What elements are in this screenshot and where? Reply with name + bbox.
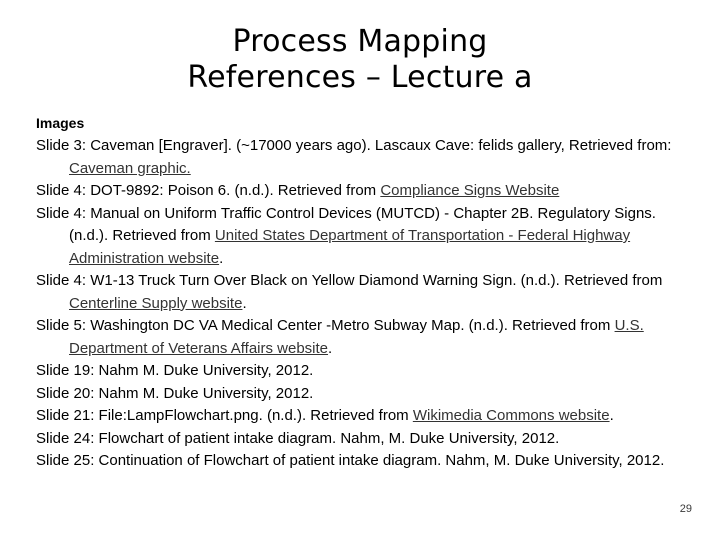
section-heading-images: Images bbox=[36, 115, 85, 131]
reference-entry: Slide 5: Washington DC VA Medical Center… bbox=[36, 315, 684, 360]
reference-entry: Slide 4: DOT-9892: Poison 6. (n.d.). Ret… bbox=[36, 180, 684, 203]
reference-entry: Slide 3: Caveman [Engraver]. (~17000 yea… bbox=[36, 135, 684, 180]
reference-link[interactable]: Wikimedia Commons website bbox=[413, 407, 610, 424]
reference-entry: Slide 4: W1-13 Truck Turn Over Black on … bbox=[36, 270, 684, 315]
reference-text: Slide 20: Nahm M. Duke University, 2012. bbox=[36, 384, 314, 402]
page-number: 29 bbox=[679, 503, 692, 515]
page-title: Process Mapping References – Lecture a bbox=[0, 24, 720, 96]
title-line-2: References – Lecture a bbox=[187, 60, 533, 95]
reference-link[interactable]: Centerline Supply website bbox=[69, 295, 242, 312]
reference-link[interactable]: Compliance Signs Website bbox=[380, 182, 559, 199]
reference-text: . bbox=[328, 339, 333, 357]
reference-entry: Slide 25: Continuation of Flowchart of p… bbox=[36, 450, 684, 473]
slide-canvas: Process Mapping References – Lecture a I… bbox=[0, 0, 720, 540]
reference-text: Slide 4: DOT-9892: Poison 6. (n.d.). Ret… bbox=[36, 182, 381, 199]
reference-text: Slide 21: File:LampFlowchart.png. (n.d.)… bbox=[36, 407, 413, 424]
reference-text: . bbox=[242, 294, 247, 312]
title-line-1: Process Mapping bbox=[232, 24, 488, 59]
reference-text: . bbox=[609, 407, 614, 424]
reference-text: Slide 24: Flowchart of patient intake di… bbox=[36, 429, 560, 447]
reference-entry: Slide 21: File:LampFlowchart.png. (n.d.)… bbox=[36, 405, 684, 428]
references-body: Images Slide 3: Caveman [Engraver]. (~17… bbox=[36, 113, 684, 473]
reference-text: Slide 25: Continuation of Flowchart of p… bbox=[36, 452, 665, 469]
reference-text: . bbox=[219, 249, 224, 267]
reference-entry: Slide 4: Manual on Uniform Traffic Contr… bbox=[36, 203, 684, 271]
reference-text: Slide 19: Nahm M. Duke University, 2012. bbox=[36, 362, 314, 379]
reference-text: Slide 3: Caveman [Engraver]. (~17000 yea… bbox=[36, 137, 672, 154]
reference-entry: Slide 20: Nahm M. Duke University, 2012. bbox=[36, 383, 684, 406]
reference-list: Slide 3: Caveman [Engraver]. (~17000 yea… bbox=[36, 135, 684, 473]
reference-link[interactable]: Caveman graphic. bbox=[69, 160, 191, 177]
reference-entry: Slide 24: Flowchart of patient intake di… bbox=[36, 428, 684, 451]
reference-entry: Slide 19: Nahm M. Duke University, 2012. bbox=[36, 360, 684, 383]
reference-text: Slide 4: W1-13 Truck Turn Over Black on … bbox=[36, 272, 663, 289]
reference-text: Slide 5: Washington DC VA Medical Center… bbox=[36, 317, 615, 334]
